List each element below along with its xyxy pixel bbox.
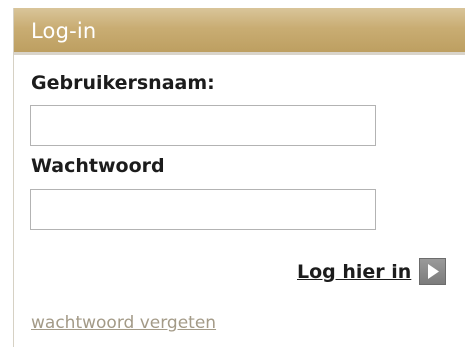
panel-title: Log-in	[31, 19, 97, 43]
play-arrow-icon	[428, 264, 439, 279]
login-panel: Log-in Gebruikersnaam: Wachtwoord Log hi…	[13, 8, 465, 347]
username-label: Gebruikersnaam:	[31, 72, 215, 94]
forgot-password-link[interactable]: wachtwoord vergeten	[31, 313, 216, 333]
password-input[interactable]	[30, 189, 376, 230]
username-input[interactable]	[30, 105, 376, 146]
panel-header: Log-in	[14, 8, 465, 55]
login-link[interactable]: Log hier in	[297, 261, 411, 283]
password-label: Wachtwoord	[31, 155, 165, 177]
login-arrow-button[interactable]	[419, 258, 446, 285]
